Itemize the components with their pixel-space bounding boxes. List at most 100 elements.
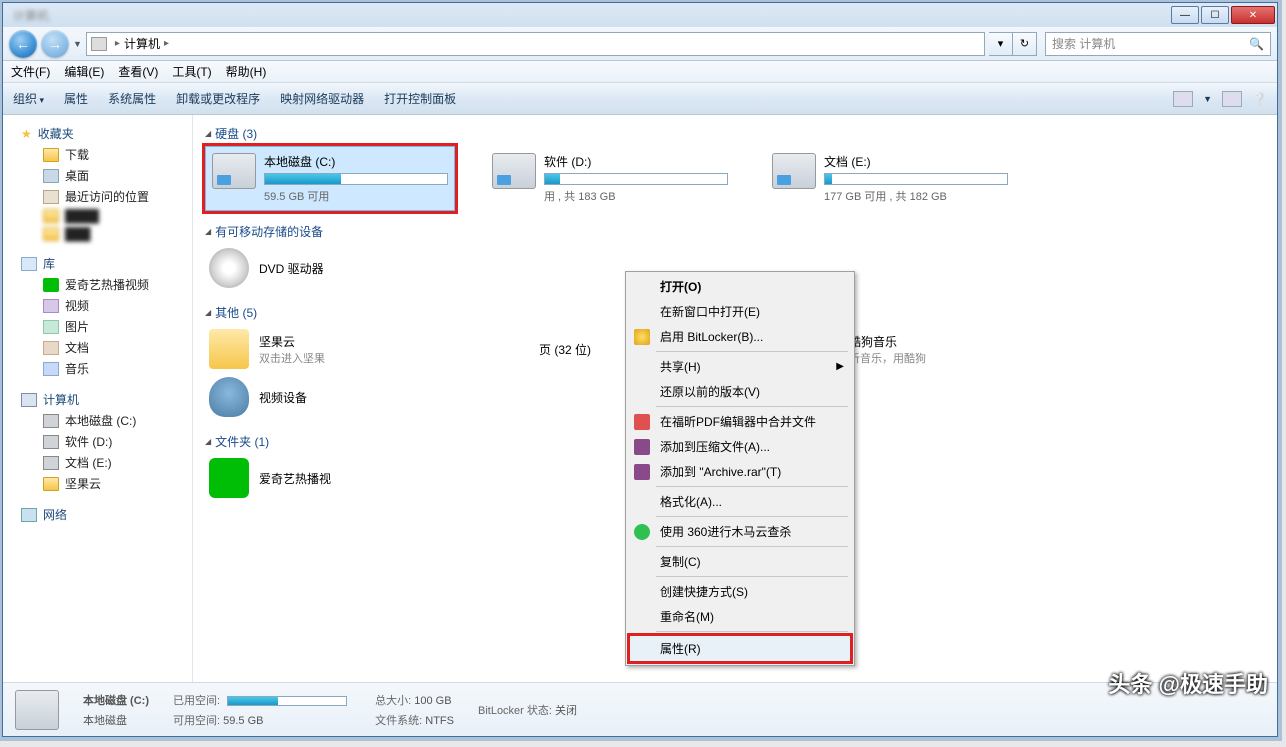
- drive-name: 文档 (E:): [824, 153, 1008, 170]
- properties-button[interactable]: 属性: [64, 90, 88, 107]
- sidebar-videos[interactable]: 视频: [3, 295, 192, 316]
- search-input[interactable]: 搜索 计算机 🔍: [1045, 32, 1271, 56]
- ctx-rename[interactable]: 重命名(M): [628, 604, 852, 629]
- uninstall-button[interactable]: 卸载或更改程序: [176, 90, 260, 107]
- disk-icon: [43, 435, 59, 449]
- content-area: 硬盘 (3) 本地磁盘 (C:) 59.5 GB 可用 软件 (D:): [193, 115, 1277, 682]
- ctx-add-to-archive[interactable]: 添加到压缩文件(A)...: [628, 434, 852, 459]
- sidebar-drive-c[interactable]: 本地磁盘 (C:): [3, 410, 192, 431]
- sidebar-desktop[interactable]: 桌面: [3, 165, 192, 186]
- folder-iqiyi[interactable]: 爱奇艺热播视: [205, 454, 435, 502]
- folder-icon: [43, 477, 59, 491]
- view-dropdown-icon[interactable]: ▼: [1203, 94, 1212, 104]
- navigation-bar: ← → ▼ ▸ 计算机 ▸ ▾ ↻ 搜索 计算机 🔍: [3, 27, 1277, 61]
- recent-icon: [43, 190, 59, 204]
- document-icon: [43, 341, 59, 355]
- drive-free-text: 177 GB 可用 , 共 182 GB: [824, 188, 1008, 204]
- sidebar-iqiyi[interactable]: 爱奇艺热播视频: [3, 274, 192, 295]
- help-icon[interactable]: ❔: [1252, 92, 1267, 106]
- control-panel-button[interactable]: 打开控制面板: [384, 90, 456, 107]
- ctx-copy[interactable]: 复制(C): [628, 549, 852, 574]
- sidebar-item-blurred[interactable]: ████: [3, 207, 192, 225]
- ctx-open-new-window[interactable]: 在新窗口中打开(E): [628, 299, 852, 324]
- ctx-foxit-pdf[interactable]: 在福昕PDF编辑器中合并文件: [628, 409, 852, 434]
- map-drive-button[interactable]: 映射网络驱动器: [280, 90, 364, 107]
- sidebar-drive-e[interactable]: 文档 (E:): [3, 452, 192, 473]
- sidebar-network[interactable]: 网络: [3, 504, 192, 525]
- other-video-device[interactable]: 视频设备: [205, 373, 435, 421]
- drive-d[interactable]: 软件 (D:) 用 , 共 183 GB: [485, 146, 735, 211]
- section-removable[interactable]: 有可移动存储的设备: [205, 219, 1265, 244]
- ctx-add-to-archive-rar[interactable]: 添加到 "Archive.rar"(T): [628, 459, 852, 484]
- history-dropdown-icon[interactable]: ▼: [73, 39, 82, 49]
- sidebar-computer[interactable]: 计算机: [3, 389, 192, 410]
- address-bar[interactable]: ▸ 计算机 ▸: [86, 32, 985, 56]
- used-label: 已用空间:: [173, 695, 220, 707]
- sidebar-documents[interactable]: 文档: [3, 337, 192, 358]
- ctx-bitlocker[interactable]: 启用 BitLocker(B)...: [628, 324, 852, 349]
- music-icon: [43, 362, 59, 376]
- library-icon: [21, 257, 37, 271]
- bitlocker-value: 关闭: [555, 705, 577, 717]
- folder-icon: [43, 227, 59, 241]
- menu-view[interactable]: 查看(V): [118, 63, 158, 80]
- preview-pane-icon[interactable]: [1222, 91, 1242, 107]
- ctx-share[interactable]: 共享(H)▶: [628, 354, 852, 379]
- shield-icon: [634, 329, 650, 345]
- sidebar-music[interactable]: 音乐: [3, 358, 192, 379]
- ctx-separator: [656, 486, 848, 487]
- ctx-format[interactable]: 格式化(A)...: [628, 489, 852, 514]
- view-options-icon[interactable]: [1173, 91, 1193, 107]
- dvd-icon: [209, 248, 249, 288]
- sidebar-downloads[interactable]: 下载: [3, 144, 192, 165]
- ctx-separator: [656, 516, 848, 517]
- dvd-label: DVD 驱动器: [259, 260, 324, 277]
- sidebar-pictures[interactable]: 图片: [3, 316, 192, 337]
- minimize-button[interactable]: —: [1171, 6, 1199, 24]
- desktop-icon: [43, 169, 59, 183]
- maximize-button[interactable]: ☐: [1201, 6, 1229, 24]
- sidebar-recent[interactable]: 最近访问的位置: [3, 186, 192, 207]
- ctx-open[interactable]: 打开(O): [628, 274, 852, 299]
- sidebar-item-blurred[interactable]: ███: [3, 225, 192, 243]
- dvd-drive[interactable]: DVD 驱动器: [205, 244, 435, 292]
- other-jianguo[interactable]: 坚果云双击进入坚果: [205, 325, 435, 373]
- forward-button[interactable]: →: [41, 30, 69, 58]
- menu-edit[interactable]: 编辑(E): [64, 63, 104, 80]
- address-dropdown-button[interactable]: ▾: [989, 32, 1013, 56]
- system-properties-button[interactable]: 系统属性: [108, 90, 156, 107]
- ctx-restore-version[interactable]: 还原以前的版本(V): [628, 379, 852, 404]
- sidebar-favorites[interactable]: ★收藏夹: [3, 123, 192, 144]
- search-icon: 🔍: [1249, 37, 1264, 51]
- sidebar-libraries[interactable]: 库: [3, 253, 192, 274]
- usage-bar: [544, 173, 728, 185]
- drive-name: 软件 (D:): [544, 153, 728, 170]
- submenu-arrow-icon: ▶: [836, 361, 844, 372]
- video-icon: [43, 299, 59, 313]
- free-value: 59.5 GB: [223, 715, 263, 727]
- ctx-create-shortcut[interactable]: 创建快捷方式(S): [628, 579, 852, 604]
- menu-help[interactable]: 帮助(H): [226, 63, 267, 80]
- camera-icon: [209, 377, 249, 417]
- sidebar-drive-d[interactable]: 软件 (D:): [3, 431, 192, 452]
- menu-tools[interactable]: 工具(T): [172, 63, 211, 80]
- bitlocker-label: BitLocker 状态:: [478, 705, 552, 717]
- organize-button[interactable]: 组织: [13, 90, 44, 107]
- ctx-separator: [656, 546, 848, 547]
- refresh-button[interactable]: ↻: [1013, 32, 1037, 56]
- breadcrumb-separator: ▸: [160, 38, 173, 49]
- drive-c[interactable]: 本地磁盘 (C:) 59.5 GB 可用: [205, 146, 455, 211]
- drive-free-text: 59.5 GB 可用: [264, 188, 448, 204]
- ctx-properties[interactable]: 属性(R): [628, 634, 852, 663]
- drive-icon: [772, 153, 816, 189]
- network-icon: [21, 508, 37, 522]
- close-button[interactable]: ✕: [1231, 6, 1275, 24]
- menu-file[interactable]: 文件(F): [11, 63, 50, 80]
- back-button[interactable]: ←: [9, 30, 37, 58]
- drive-icon: [492, 153, 536, 189]
- breadcrumb-location[interactable]: 计算机: [124, 35, 160, 52]
- sidebar-jianguo[interactable]: 坚果云: [3, 473, 192, 494]
- section-hard-drives[interactable]: 硬盘 (3): [205, 121, 1265, 146]
- ctx-360-scan[interactable]: 使用 360进行木马云查杀: [628, 519, 852, 544]
- drive-e[interactable]: 文档 (E:) 177 GB 可用 , 共 182 GB: [765, 146, 1015, 211]
